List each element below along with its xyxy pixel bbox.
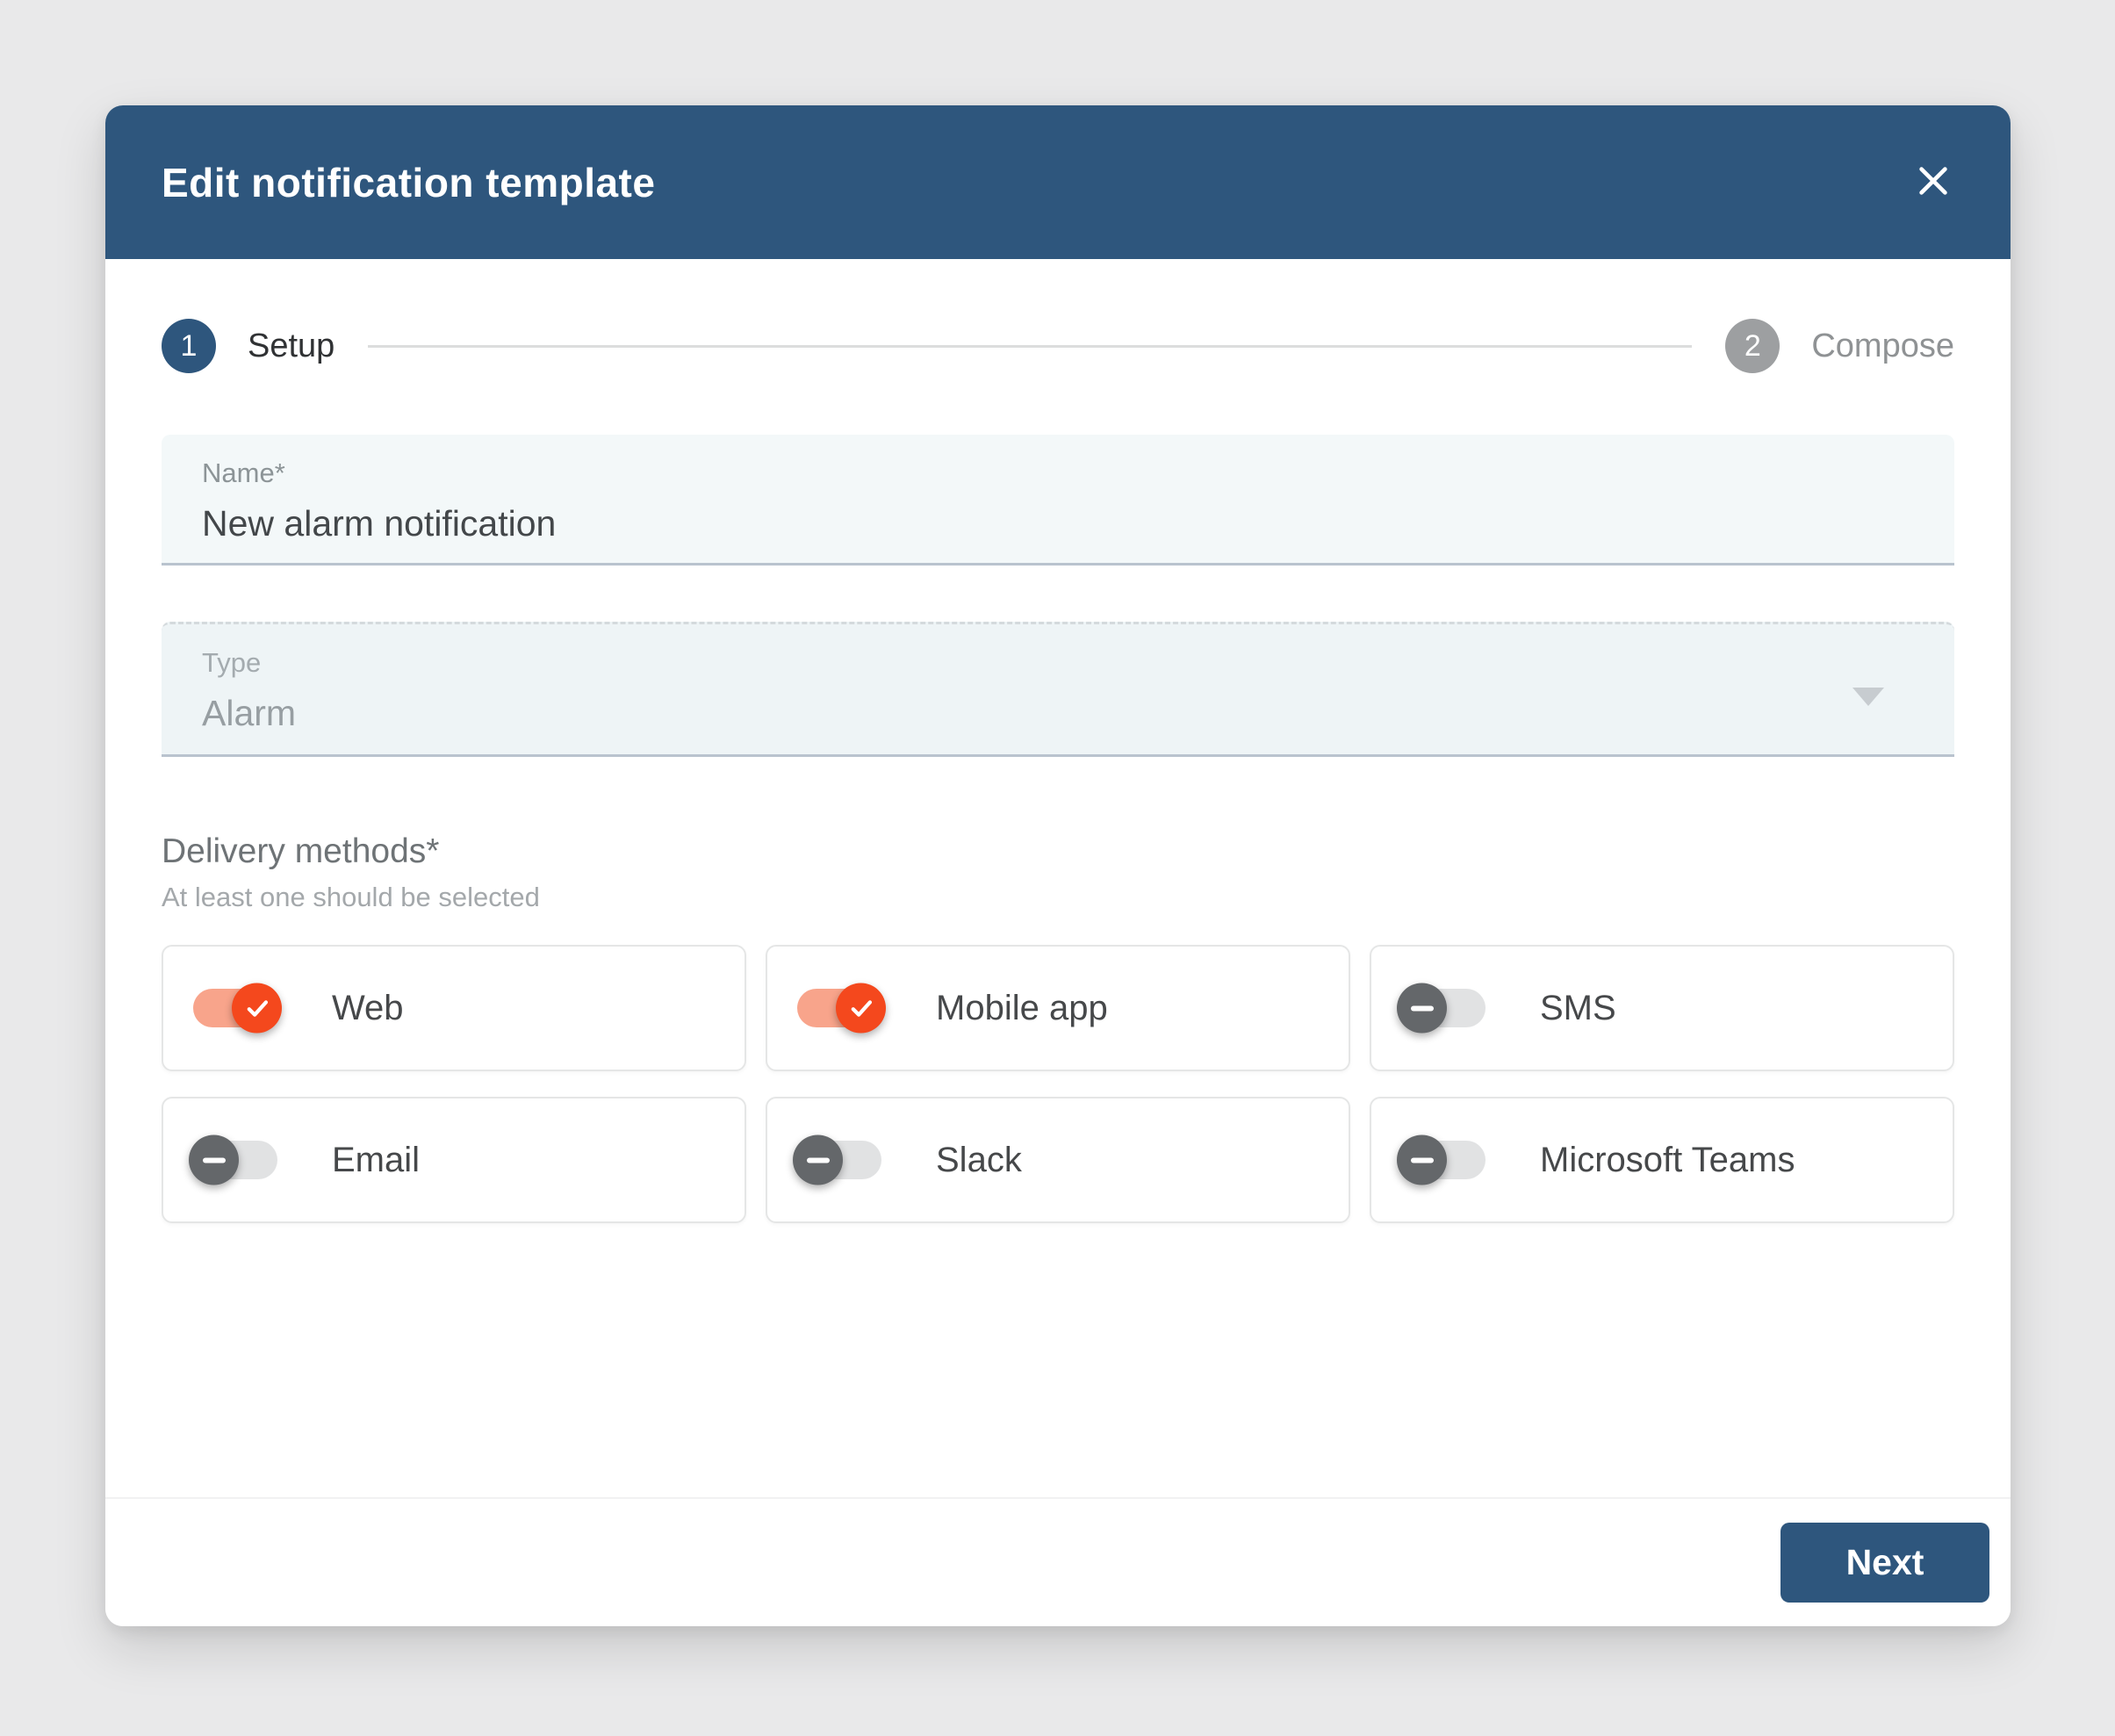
next-button[interactable]: Next	[1780, 1523, 1989, 1603]
dialog-title: Edit notification template	[162, 159, 656, 205]
method-card-slack[interactable]: Slack	[766, 1097, 1350, 1223]
method-card-email[interactable]: Email	[162, 1097, 746, 1223]
method-label-email: Email	[332, 1140, 421, 1179]
toggle-knob	[836, 983, 886, 1034]
toggle-sms[interactable]	[1397, 983, 1486, 1034]
toggle-knob	[232, 983, 282, 1034]
close-icon	[1913, 161, 1953, 204]
name-field: Name*	[162, 435, 1954, 565]
delivery-methods-grid: Web Mobile app SMS Email Slack Microsoft…	[162, 945, 1954, 1223]
close-button[interactable]	[1905, 155, 1961, 211]
minus-icon	[202, 1157, 226, 1163]
toggle-knob	[189, 1135, 239, 1185]
type-select-value: Alarm	[202, 693, 297, 733]
method-label-mobile-app: Mobile app	[936, 988, 1108, 1027]
type-field[interactable]: Type Alarm	[162, 622, 1954, 757]
toggle-mobile-app[interactable]	[797, 983, 886, 1034]
delivery-methods-helper-text: At least one should be selected	[162, 882, 540, 912]
toggle-knob	[1397, 983, 1447, 1034]
name-field-label: Name*	[202, 457, 285, 488]
step-1-circle: 1	[162, 319, 216, 373]
toggle-web[interactable]	[193, 983, 282, 1034]
step-2-label: Compose	[1811, 327, 1954, 364]
minus-icon	[1410, 1157, 1434, 1163]
method-card-web[interactable]: Web	[162, 945, 746, 1071]
method-card-microsoft-teams[interactable]: Microsoft Teams	[1370, 1097, 1954, 1223]
minus-icon	[806, 1157, 830, 1163]
chevron-down-icon	[1852, 688, 1884, 706]
stepper: 1 Setup 2 Compose	[162, 319, 1954, 373]
edit-notification-template-dialog: Edit notification template 1 Setup 2 Com…	[105, 105, 2011, 1626]
method-label-web: Web	[332, 988, 404, 1027]
step-2-circle: 2	[1725, 319, 1780, 373]
delivery-methods-label: Delivery methods*	[162, 832, 440, 870]
check-icon	[242, 993, 272, 1023]
method-label-slack: Slack	[936, 1140, 1022, 1179]
stepper-connector-line	[368, 344, 1693, 348]
toggle-microsoft-teams[interactable]	[1397, 1135, 1486, 1185]
dialog-body: 1 Setup 2 Compose Name* Type Alarm Deliv…	[105, 319, 2011, 1223]
toggle-knob	[793, 1135, 843, 1185]
minus-icon	[1410, 1005, 1434, 1011]
check-icon	[846, 993, 876, 1023]
toggle-knob	[1397, 1135, 1447, 1185]
toggle-email[interactable]	[189, 1135, 277, 1185]
dialog-footer: Next	[105, 1497, 2011, 1626]
step-setup[interactable]: 1 Setup	[162, 319, 335, 373]
type-field-label: Type	[202, 647, 262, 678]
step-compose[interactable]: 2 Compose	[1725, 319, 1954, 373]
dialog-header: Edit notification template	[105, 105, 2011, 259]
name-input[interactable]	[202, 503, 1914, 544]
toggle-slack[interactable]	[793, 1135, 881, 1185]
method-card-sms[interactable]: SMS	[1370, 945, 1954, 1071]
step-1-label: Setup	[248, 327, 335, 364]
method-label-sms: SMS	[1540, 988, 1616, 1027]
method-card-mobile-app[interactable]: Mobile app	[766, 945, 1350, 1071]
method-label-microsoft-teams: Microsoft Teams	[1540, 1140, 1795, 1179]
